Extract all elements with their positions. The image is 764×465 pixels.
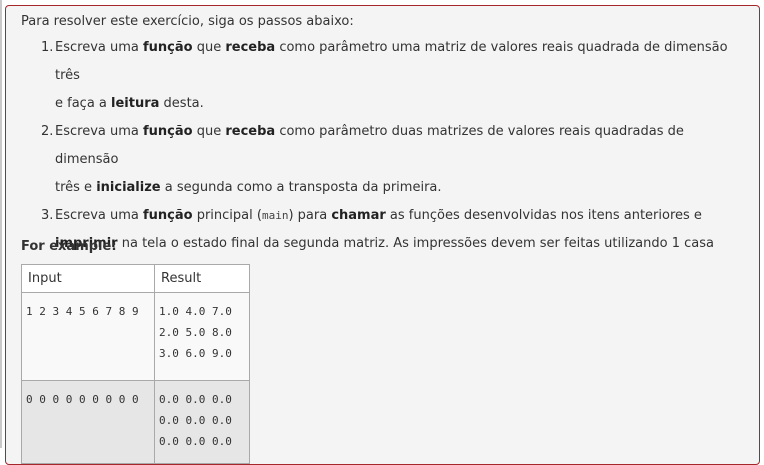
result-line: 0.0 0.0 0.0 [159,393,232,406]
examples-header-row: Input Result [21,264,250,293]
step-item-2: 2. Escreva uma função que receba como par… [21,118,745,202]
step-line: Escreva uma função que receba como parâm… [55,34,745,90]
keyword-text: chamar [331,208,386,223]
step-item-1: 1. Escreva uma função que receba como par… [21,34,745,118]
result-line: 3.0 6.0 9.0 [159,347,232,360]
result-line: 0.0 0.0 0.0 [159,414,232,427]
for-example-label: For example: [21,239,117,254]
keyword-text: inicialize [96,180,161,195]
result-line: 0.0 0.0 0.0 [159,435,232,448]
step-text: três e [55,180,97,195]
column-header-input: Input [21,264,155,293]
steps-list: 1. Escreva uma função que receba como par… [21,34,745,286]
step-text: desta. [159,96,204,111]
example-row: 0 0 0 0 0 0 0 0 0 0.0 0.0 0.0 0.0 0.0 0.0 0… [21,380,250,464]
step-text: que [192,40,226,55]
example-input-cell: 0 0 0 0 0 0 0 0 0 [21,380,155,464]
step-number: 2. [41,124,54,139]
example-result-cell: 1.0 4.0 7.0 2.0 5.0 8.0 3.0 6.0 9.0 [154,292,250,381]
step-text: principal ( [192,208,262,223]
example-result-cell: 0.0 0.0 0.0 0.0 0.0 0.0 0.0 0.0 0.0 [154,380,250,464]
keyword-text: leitura [111,96,160,111]
step-line: três e inicialize a segunda como a trans… [55,174,745,202]
result-line: 1.0 4.0 7.0 [159,305,232,318]
step-text: na tela o estado final da segunda matriz… [117,236,714,251]
keyword-text: função [143,40,193,55]
step-line: imprimir na tela o estado final da segun… [55,230,745,258]
input-line: 1 2 3 4 5 6 7 8 9 [26,305,139,318]
input-line: 0 0 0 0 0 0 0 0 0 [26,393,139,406]
step-text: Escreva uma [55,40,143,55]
inline-code: main [261,209,289,222]
intro-text: Para resolver este exercício, siga os pa… [21,14,354,29]
column-header-result: Result [154,264,250,293]
step-text: ) para [288,208,332,223]
step-text: as funções desenvolvidas nos itens anter… [385,208,702,223]
step-line: Escreva uma função principal (main) para… [55,202,745,230]
step-line: e faça a leitura desta. [55,90,745,118]
step-text: a segunda como a transposta da primeira. [160,180,442,195]
step-text: Escreva uma [55,208,143,223]
examples-body: 1 2 3 4 5 6 7 8 9 1.0 4.0 7.0 2.0 5.0 8.0 3… [21,292,250,464]
keyword-text: função [143,124,193,139]
result-line: 2.0 5.0 8.0 [159,326,232,339]
step-number: 1. [41,40,54,55]
step-text: Escreva uma [55,124,143,139]
question-text-panel: Para resolver este exercício, siga os pa… [5,5,760,465]
keyword-text: receba [225,40,276,55]
step-line: Escreva uma função que receba como parâm… [55,118,745,174]
step-text: e faça a [55,96,112,111]
examples-table: Input Result 1 2 3 4 5 6 7 8 9 1.0 4.0 7.… [21,264,250,464]
step-text: que [192,124,226,139]
keyword-text: função [143,208,193,223]
example-row: 1 2 3 4 5 6 7 8 9 1.0 4.0 7.0 2.0 5.0 8.0 3… [21,292,250,381]
step-number: 3. [41,208,54,223]
keyword-text: receba [225,124,276,139]
left-edge-strip [0,0,2,448]
example-input-cell: 1 2 3 4 5 6 7 8 9 [21,292,155,381]
